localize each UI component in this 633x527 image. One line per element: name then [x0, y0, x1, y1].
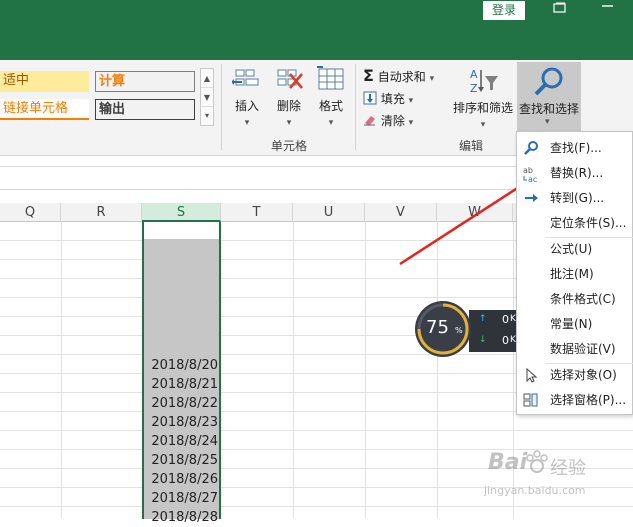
paw-icon [526, 450, 548, 477]
menu-item-selection-pane[interactable]: 选择窗格(P)... [517, 388, 633, 413]
watermark-brand: Bai [488, 450, 528, 475]
svg-text:ab: ab [523, 166, 533, 175]
menu-item-goto-special[interactable]: 定位条件(S)... [517, 211, 633, 236]
select-objects-icon [522, 367, 540, 385]
watermark-suffix: 经验 [550, 458, 586, 479]
goto-arrow-icon [522, 190, 540, 208]
menu-item-comments[interactable]: 批注(M) [517, 262, 633, 287]
menu-item-conditional-formatting[interactable]: 条件格式(C) [517, 287, 633, 312]
find-icon [522, 140, 540, 158]
svg-text:ac: ac [528, 175, 537, 183]
replace-icon: ab ac [522, 165, 540, 184]
menu-item-formulas[interactable]: 公式(U) [517, 237, 633, 262]
menu-item-constants[interactable]: 常量(N) [517, 312, 633, 337]
find-select-menu: 查找(F)... ab ac 替换(R)... 转到(G)... 定位条件(S).… [516, 131, 633, 415]
watermark-url: jingyan.baidu.com [484, 484, 586, 497]
selection-pane-icon [522, 392, 540, 410]
baidu-watermark: Bai 经验 jingyan.baidu.com [470, 450, 630, 510]
menu-item-data-validation[interactable]: 数据验证(V) [517, 337, 633, 362]
menu-item-replace[interactable]: ab ac 替换(R)... [517, 161, 633, 186]
menu-item-find[interactable]: 查找(F)... [517, 136, 633, 161]
menu-item-goto[interactable]: 转到(G)... [517, 186, 633, 211]
menu-item-select-objects[interactable]: 选择对象(O) [517, 363, 633, 388]
